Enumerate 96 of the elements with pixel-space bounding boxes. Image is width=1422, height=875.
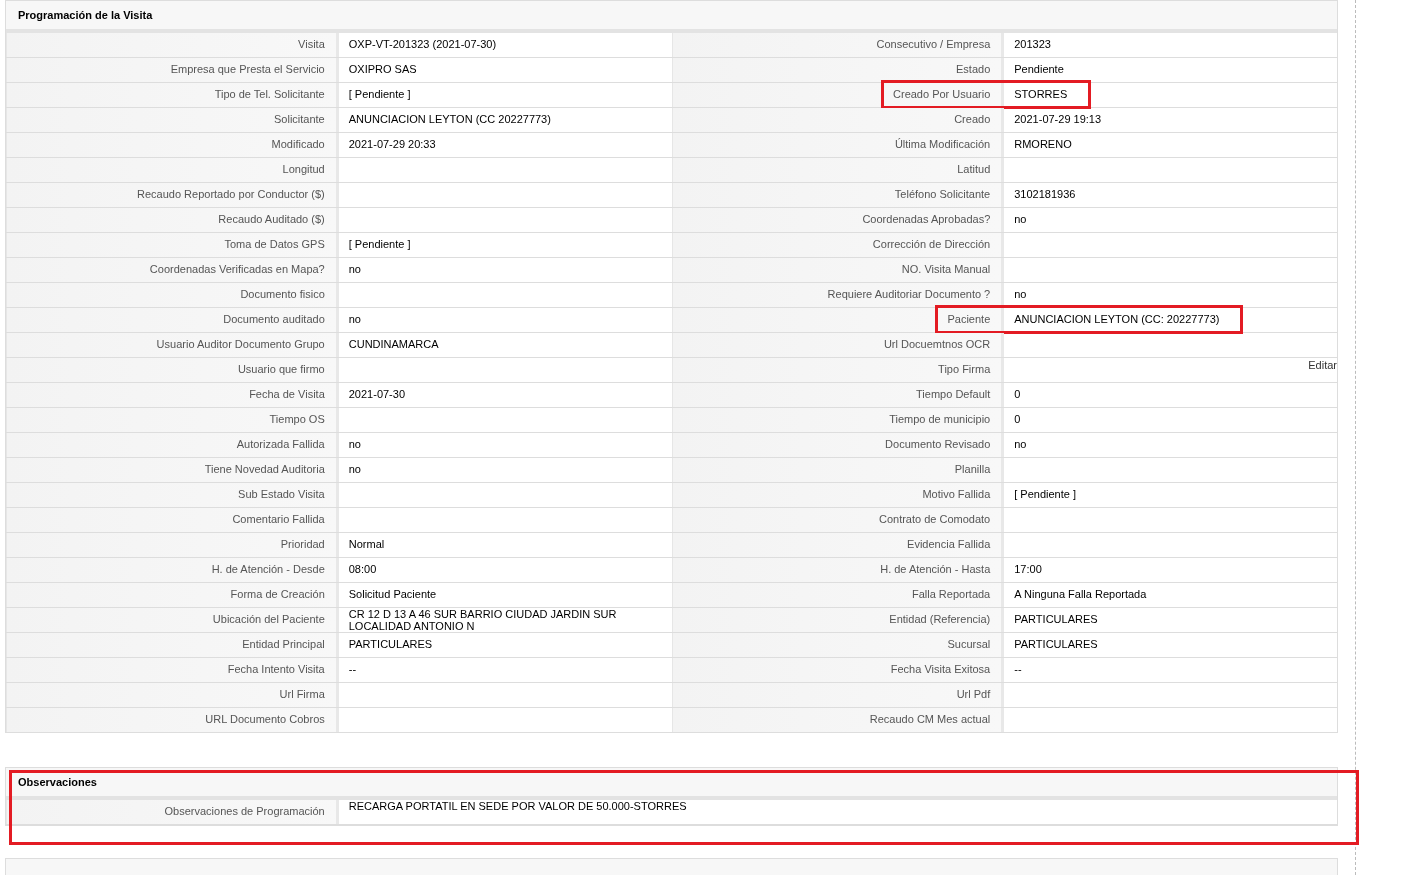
field-label: Tiempo Default [671, 383, 1005, 407]
field-value: OXP-VT-201323 (2021-07-30) [347, 37, 498, 52]
field-label: NO. Visita Manual [671, 258, 1005, 282]
field-label: Url Firma [6, 683, 339, 707]
field-label: Tiene Novedad Auditoria [6, 458, 339, 482]
field-label: Motivo Fallida [671, 483, 1005, 507]
field-label: Usuario que firmo [6, 358, 339, 382]
field-label: Solicitante [6, 108, 339, 132]
field-label: Requiere Auditoriar Documento ? [671, 283, 1005, 307]
field-label: Corrección de Dirección [671, 233, 1005, 257]
field-label: Documento Revisado [671, 433, 1005, 457]
field-label: Usuario Auditor Documento Grupo [6, 333, 339, 357]
field-value: -- [347, 662, 358, 677]
field-label: Toma de Datos GPS [6, 233, 339, 257]
field-label: Autorizada Fallida [6, 433, 339, 457]
field-value: 2021-07-29 20:33 [347, 137, 437, 152]
field-value: 3102181936 [1013, 187, 1077, 202]
field-label: Consecutivo / Empresa [671, 33, 1005, 57]
field-label: Recaudo Auditado ($) [6, 208, 339, 232]
field-label: Sucursal [671, 633, 1005, 657]
field-value: 201323 [1013, 37, 1052, 52]
field-label: Evidencia Fallida [671, 533, 1005, 557]
field-label: Comentario Fallida [6, 508, 339, 532]
section-title: Programación de la Visita [6, 1, 1337, 33]
field-label: Documento auditado [6, 308, 339, 332]
field-label: URL Documento Cobros [6, 708, 339, 732]
field-value: A Ninguna Falla Reportada [1013, 587, 1148, 602]
field-value: Normal [347, 537, 386, 552]
field-value: PARTICULARES [1013, 612, 1099, 627]
field-label: Paciente [671, 308, 1005, 332]
field-label: Url Pdf [671, 683, 1005, 707]
field-value: no [347, 462, 362, 477]
field-value: 0 [1013, 412, 1022, 427]
field-label: Prioridad [6, 533, 339, 557]
field-value: PARTICULARES [347, 637, 434, 652]
field-label: Latitud [671, 158, 1005, 182]
field-value: RECARGA PORTATIL EN SEDE POR VALOR DE 50.000-STORRES [347, 800, 688, 814]
field-value: [ Pendiente ] [347, 237, 412, 252]
field-label: Creado [671, 108, 1005, 132]
field-label: Tipo de Tel. Solicitante [6, 83, 339, 107]
field-value: no [1013, 287, 1028, 302]
field-value: 2021-07-30 [347, 387, 407, 402]
field-label: Teléfono Solicitante [671, 183, 1005, 207]
field-label: Última Modificación [671, 133, 1005, 157]
field-label: H. de Atención - Desde [6, 558, 339, 582]
field-value: 08:00 [347, 562, 378, 577]
field-value: [ Pendiente ] [1013, 487, 1078, 502]
field-label: Falla Reportada [671, 583, 1005, 607]
field-value: OXIPRO SAS [347, 62, 418, 77]
field-label: Entidad (Referencia) [671, 608, 1005, 632]
field-value: CR 12 D 13 A 46 SUR BARRIO CIUDAD JARDIN SUR LOCALIDAD ANTONIO N [347, 608, 618, 632]
field-value: Solicitud Paciente [347, 587, 438, 602]
field-label: Fecha Intento Visita [6, 658, 339, 682]
field-value: STORRES [1013, 87, 1069, 102]
field-label: Coordenadas Aprobadas? [671, 208, 1005, 232]
field-label: Observaciones de Programación [6, 800, 339, 824]
field-value: ANUNCIACION LEYTON (CC: 20227773) [1013, 312, 1221, 327]
field-label: Recaudo Reportado por Conductor ($) [6, 183, 339, 207]
field-value: PARTICULARES [1013, 637, 1099, 652]
field-label: Tipo Firma [671, 358, 1005, 382]
field-label: Sub Estado Visita [6, 483, 339, 507]
field-label: Estado [671, 58, 1005, 82]
field-value: [ Pendiente ] [347, 87, 412, 102]
field-value: no [1013, 437, 1028, 452]
field-label: Creado Por Usuario [671, 83, 1005, 107]
field-value: no [1013, 212, 1028, 227]
field-value: 17:00 [1013, 562, 1043, 577]
field-label: Tiempo de municipio [671, 408, 1005, 432]
field-value: no [347, 312, 362, 327]
field-label: Recaudo CM Mes actual [671, 708, 1005, 732]
field-value: CUNDINAMARCA [347, 337, 440, 352]
field-label: Empresa que Presta el Servicio [6, 58, 339, 82]
field-value: no [347, 437, 362, 452]
field-value: 0 [1013, 387, 1022, 402]
field-label: Url Docuemtnos OCR [671, 333, 1005, 357]
field-value: 2021-07-29 19:13 [1013, 112, 1103, 127]
edit-link[interactable]: Editar [1308, 359, 1337, 372]
field-label: Documento fisico [6, 283, 339, 307]
field-label: Fecha de Visita [6, 383, 339, 407]
field-label: Fecha Visita Exitosa [671, 658, 1005, 682]
field-value: no [347, 262, 362, 277]
field-label: Tiempo OS [6, 408, 339, 432]
field-label: Longitud [6, 158, 339, 182]
field-value: RMORENO [1013, 137, 1073, 152]
field-label: Coordenadas Verificadas en Mapa? [6, 258, 339, 282]
field-label: Visita [6, 33, 339, 57]
field-value: -- [1013, 662, 1023, 677]
field-label: Entidad Principal [6, 633, 339, 657]
field-value: ANUNCIACION LEYTON (CC 20227773) [347, 112, 552, 127]
field-label: Forma de Creación [6, 583, 339, 607]
field-label: Contrato de Comodato [671, 508, 1005, 532]
field-label: Ubicación del Paciente [6, 608, 339, 632]
field-label: H. de Atención - Hasta [671, 558, 1005, 582]
field-value: Pendiente [1013, 62, 1065, 77]
field-label: Planilla [671, 458, 1005, 482]
field-label: Modificado [6, 133, 339, 157]
